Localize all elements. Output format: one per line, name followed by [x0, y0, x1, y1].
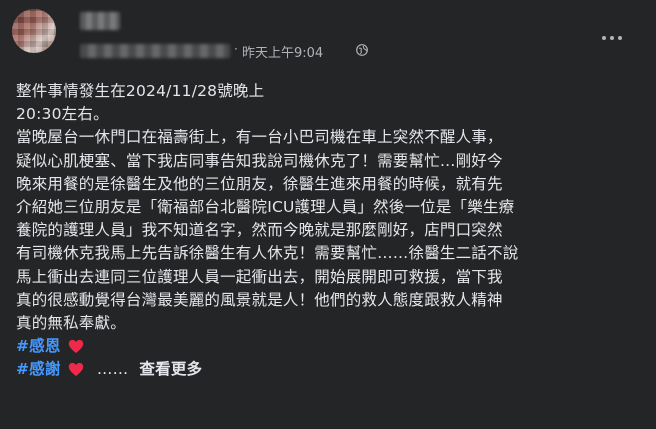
- hashtag-thanks[interactable]: #感謝: [16, 360, 61, 378]
- hashtag-row: #感恩: [16, 335, 646, 358]
- post-line: 疑似心肌梗塞、當下我店同事告知我說司機休克了！需要幫忙…剛好今: [16, 151, 503, 170]
- post-line: 馬上衝出去連同三位護理人員一起衝出去，開始展開即可救援，當下我: [16, 267, 503, 286]
- post-line: 真的很感動覺得台灣最美麗的風景就是人！他們的救人態度跟救人精神: [16, 290, 503, 309]
- truncation-ellipsis: ……: [96, 360, 129, 379]
- post-line: 20:30左右。: [16, 105, 109, 124]
- globe-icon[interactable]: [356, 44, 368, 56]
- hashtag-gratitude[interactable]: #感恩: [16, 337, 61, 355]
- post-line: 晚來用餐的是徐醫生及他的三位朋友，徐醫生進來用餐的時候，就有先: [16, 174, 503, 193]
- heart-icon: [68, 340, 83, 354]
- post-body: 整件事情發生在2024/11/28號晚上 20:30左右。 當晚屋台一休門口在福…: [16, 80, 646, 382]
- more-dot-icon: [618, 36, 622, 40]
- more-dot-icon: [602, 36, 606, 40]
- post-line: 整件事情發生在2024/11/28號晚上: [16, 82, 265, 100]
- more-dot-icon: [610, 36, 614, 40]
- author-name-blurred[interactable]: [80, 12, 120, 30]
- post-line: 介紹她三位朋友是「衛福部台北醫院ICU護理人員」然後一位是「樂生療: [16, 198, 515, 217]
- more-options-button[interactable]: [594, 28, 630, 48]
- avatar[interactable]: [12, 9, 56, 53]
- separator-dot: ·: [234, 42, 238, 56]
- post-timestamp[interactable]: 昨天上午9:04: [242, 42, 323, 61]
- post-line: 有司機休克我馬上先告訴徐醫生有人休克！需要幫忙……徐醫生二話不說: [16, 244, 519, 263]
- post-line: 當晚屋台一休門口在福壽街上，有一台小巴司機在車上突然不醒人事，: [16, 128, 503, 147]
- post-line: 養院的護理人員」我不知道名字，然而今晚就是那麼剛好，店門口突然: [16, 221, 503, 240]
- see-more-button[interactable]: 查看更多: [139, 360, 202, 378]
- post-card: · 昨天上午9:04 整件事情發生在2024/11/28號晚上 20:30左右。…: [0, 0, 656, 429]
- author-subtitle-blurred: [80, 44, 230, 58]
- heart-icon: [68, 363, 83, 377]
- post-line: 真的無私奉獻。: [16, 314, 126, 333]
- hashtag-row: #感謝 …… 查看更多: [16, 358, 646, 381]
